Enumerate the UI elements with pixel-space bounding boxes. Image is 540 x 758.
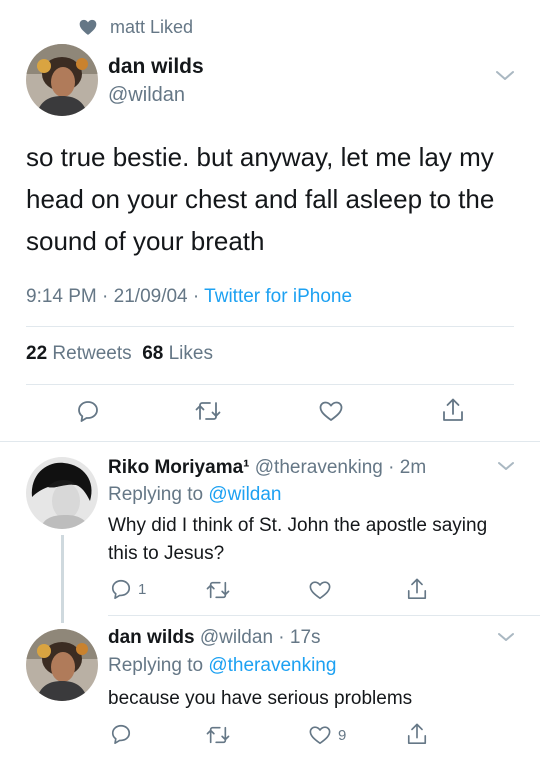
replying-to-handle[interactable]: @wildan (208, 484, 281, 505)
likes-label: Likes (168, 343, 213, 364)
share-icon (407, 723, 427, 744)
reply-author-handle[interactable]: @theravenking (255, 457, 383, 478)
retweet-button[interactable] (206, 724, 230, 746)
reply-header: dan wilds @wildan · 17s (108, 625, 321, 651)
replying-to: Replying to @theravenking (108, 653, 336, 679)
meta-separator: · (273, 627, 290, 648)
tweet-date: 21/09/04 (113, 286, 188, 307)
heart-icon (79, 19, 97, 35)
share-icon (443, 398, 463, 421)
reply-text: because you have serious problems (108, 688, 413, 709)
reply-icon (111, 579, 131, 599)
section-divider (0, 441, 540, 442)
social-context: matt Liked (78, 15, 193, 39)
share-icon (407, 578, 427, 599)
reply-icon (78, 401, 98, 422)
avatar[interactable] (26, 457, 98, 529)
retweet-button[interactable] (195, 399, 221, 423)
like-icon (319, 401, 343, 421)
tweet-stats: 22 Retweets 68 Likes (26, 343, 213, 365)
reply-button[interactable]: 1 (110, 578, 146, 600)
share-button[interactable] (406, 722, 428, 746)
reply-time: 2m (399, 457, 427, 478)
retweet-icon (206, 581, 230, 599)
like-icon (309, 581, 331, 600)
meta-separator: · (96, 286, 114, 307)
share-button[interactable] (406, 577, 428, 601)
meta-separator: · (187, 286, 205, 307)
replying-to-prefix: Replying to (108, 484, 204, 505)
retweets-stat[interactable]: 22 Retweets (26, 343, 132, 364)
like-icon (309, 726, 331, 745)
share-button[interactable] (441, 397, 465, 423)
reply-author-name[interactable]: dan wilds (108, 627, 195, 648)
avatar[interactable] (26, 629, 98, 701)
retweet-button[interactable] (206, 579, 230, 601)
reply-icon (111, 724, 131, 744)
like-button[interactable] (308, 579, 332, 601)
retweets-count: 22 (26, 343, 48, 364)
like-button[interactable]: 9 (308, 724, 346, 746)
replying-to-handle[interactable]: @theravenking (208, 655, 336, 676)
tweet-source[interactable]: Twitter for iPhone (204, 286, 352, 307)
divider (26, 384, 514, 385)
social-context-text: matt Liked (110, 16, 194, 37)
tweet-text: so true bestie. but anyway, let me lay m… (26, 142, 495, 256)
reply-button[interactable] (76, 399, 100, 423)
divider (26, 326, 514, 327)
tweet-meta: 9:14 PM · 21/09/04 · Twitter for iPhone (26, 286, 352, 308)
reply-divider (108, 615, 540, 616)
author-name[interactable]: dan wilds (108, 54, 204, 80)
avatar[interactable] (26, 44, 98, 116)
reply-count: 1 (138, 580, 147, 598)
like-button[interactable] (318, 399, 344, 423)
chevron-down-icon[interactable] (496, 460, 516, 473)
author-handle[interactable]: @wildan (108, 82, 204, 108)
chevron-down-icon[interactable] (494, 69, 516, 83)
replying-to: Replying to @wildan (108, 482, 282, 508)
reply-text: Why did I think of St. John the apostle … (108, 515, 488, 564)
reply-author-name[interactable]: Riko Moriyama¹ (108, 457, 249, 478)
tweet-time: 9:14 PM (26, 286, 97, 307)
retweet-icon (206, 726, 230, 744)
like-count: 9 (338, 726, 347, 744)
thread-line (61, 535, 64, 623)
chevron-down-icon[interactable] (496, 631, 516, 644)
replying-to-prefix: Replying to (108, 655, 204, 676)
retweets-label: Retweets (52, 343, 132, 364)
main-tweet-author[interactable]: dan wilds @wildan (108, 54, 204, 108)
likes-stat[interactable]: 68 Likes (142, 343, 213, 364)
reply-header: Riko Moriyama¹ @theravenking · 2m (108, 455, 426, 481)
reply-button[interactable] (110, 723, 138, 745)
retweet-icon (195, 402, 221, 420)
reply-time: 17s (289, 627, 321, 648)
meta-separator: · (382, 457, 400, 478)
likes-count: 68 (142, 343, 164, 364)
reply-author-handle[interactable]: @wildan (200, 627, 273, 648)
